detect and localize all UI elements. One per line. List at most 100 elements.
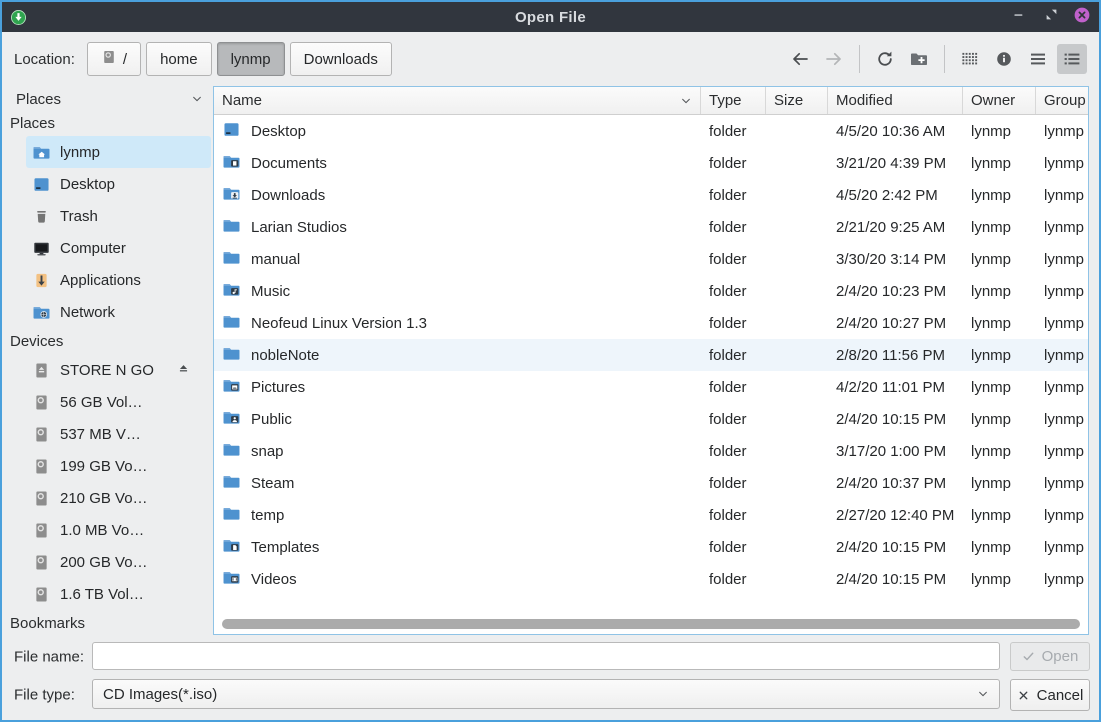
file-name-input[interactable]	[92, 642, 1000, 670]
breadcrumb-lynmp[interactable]: lynmp	[217, 42, 285, 76]
network-icon	[32, 303, 51, 322]
Desktop[interactable]: Desktop folder 4/5/20 10:36 AM lynmp lyn…	[214, 115, 1088, 147]
icon-view-icon	[960, 49, 980, 69]
desktop-icon	[32, 175, 51, 194]
file-owner-cell: lynmp	[963, 347, 1036, 364]
trash-icon	[32, 207, 51, 226]
compact-view-button[interactable]	[989, 44, 1019, 74]
check-icon	[1022, 650, 1035, 663]
snap[interactable]: snap folder 3/17/20 1:00 PM lynmp lynmp	[214, 435, 1088, 467]
file-modified-cell: 2/27/20 12:40 PM	[828, 507, 963, 524]
file-owner-cell: lynmp	[963, 443, 1036, 460]
desktop-icon	[222, 120, 241, 143]
sidebar-entry-label: 56 GB Vol…	[60, 394, 143, 411]
file-owner-cell: lynmp	[963, 155, 1036, 172]
file-name-cell: Videos	[251, 571, 297, 588]
sidebar-item-desktop[interactable]: Desktop	[26, 168, 211, 200]
nobleNote[interactable]: nobleNote folder 2/8/20 11:56 PM lynmp l…	[214, 339, 1088, 371]
scrollbar-thumb[interactable]	[222, 619, 1080, 629]
icon-view-button[interactable]	[955, 44, 985, 74]
detailed-list-view-button[interactable]	[1057, 44, 1087, 74]
sidebar-item-volume-1mb[interactable]: 1.0 MB Vo…	[26, 514, 211, 546]
sidebar-item-store-n-go[interactable]: STORE N GO	[26, 354, 211, 386]
eject-button[interactable]	[177, 362, 190, 379]
close-button[interactable]	[1073, 8, 1091, 26]
breadcrumb-downloads[interactable]: Downloads	[290, 42, 392, 76]
sidebar-item-volume-210gb[interactable]: 210 GB Vo…	[26, 482, 211, 514]
column-header-group[interactable]: Group	[1036, 87, 1088, 114]
folder-icon	[222, 344, 241, 367]
sidebar-item-volume-199gb[interactable]: 199 GB Vo…	[26, 450, 211, 482]
file-type-cell: folder	[701, 475, 766, 492]
Videos[interactable]: Videos folder 2/4/20 10:15 PM lynmp lynm…	[214, 563, 1088, 595]
sidebar-item-volume-200gb[interactable]: 200 GB Vo…	[26, 546, 211, 578]
folder-documents-icon	[222, 152, 241, 175]
column-header-name[interactable]: Name	[214, 87, 701, 114]
computer-icon	[32, 239, 51, 258]
breadcrumb-filesystem-root[interactable]: /	[87, 42, 141, 76]
file-modified-cell: 2/4/20 10:15 PM	[828, 411, 963, 428]
file-modified-cell: 4/5/20 2:42 PM	[828, 187, 963, 204]
folder-icon	[222, 248, 241, 271]
file-name-cell: Desktop	[251, 123, 306, 140]
list-view-icon	[1028, 49, 1048, 69]
Pictures[interactable]: Pictures folder 4/2/20 11:01 PM lynmp ly…	[214, 371, 1088, 403]
file-group-cell: lynmp	[1036, 315, 1088, 332]
sidebar-item-volume-537mb[interactable]: 537 MB V…	[26, 418, 211, 450]
volume-icon	[32, 489, 51, 508]
file-type-label: File type:	[14, 687, 75, 704]
sidebar-entry-label: 199 GB Vo…	[60, 458, 148, 475]
app-icon[interactable]	[10, 9, 27, 26]
cancel-button[interactable]: Cancel	[1010, 679, 1090, 711]
sidebar-item-network[interactable]: Network	[26, 296, 211, 328]
sidebar-item-volume-16tb[interactable]: 1.6 TB Vol…	[26, 578, 211, 610]
column-header-type[interactable]: Type	[701, 87, 766, 114]
info-icon	[994, 49, 1014, 69]
sidebar-item-volume-56gb[interactable]: 56 GB Vol…	[26, 386, 211, 418]
new-folder-button[interactable]	[904, 44, 934, 74]
file-modified-cell: 4/5/20 10:36 AM	[828, 123, 963, 140]
sidebar-item-trash[interactable]: Trash	[26, 200, 211, 232]
sidebar-section-places: Places	[2, 110, 213, 136]
column-header-owner[interactable]: Owner	[963, 87, 1036, 114]
file-owner-cell: lynmp	[963, 123, 1036, 140]
sidebar-section-devices: Devices	[2, 328, 213, 354]
back-button[interactable]	[785, 44, 815, 74]
sidebar-item-computer[interactable]: Computer	[26, 232, 211, 264]
manual[interactable]: manual folder 3/30/20 3:14 PM lynmp lynm…	[214, 243, 1088, 275]
minimize-button[interactable]	[1011, 8, 1029, 26]
list-view-button[interactable]	[1023, 44, 1053, 74]
file-name-cell: Documents	[251, 155, 327, 172]
file-type-cell: folder	[701, 251, 766, 268]
Documents[interactable]: Documents folder 3/21/20 4:39 PM lynmp l…	[214, 147, 1088, 179]
places-combo[interactable]: Places	[2, 88, 213, 110]
Downloads[interactable]: Downloads folder 4/5/20 2:42 PM lynmp ly…	[214, 179, 1088, 211]
Templates[interactable]: Templates folder 2/4/20 10:15 PM lynmp l…	[214, 531, 1088, 563]
sidebar-section-bookmarks: Bookmarks	[2, 610, 213, 635]
file-modified-cell: 2/4/20 10:37 PM	[828, 475, 963, 492]
horizontal-scrollbar[interactable]	[222, 619, 1080, 629]
Public[interactable]: Public folder 2/4/20 10:15 PM lynmp lynm…	[214, 403, 1088, 435]
temp[interactable]: temp folder 2/27/20 12:40 PM lynmp lynmp	[214, 499, 1088, 531]
breadcrumb-home[interactable]: home	[146, 42, 212, 76]
Music[interactable]: Music folder 2/4/20 10:23 PM lynmp lynmp	[214, 275, 1088, 307]
volume-icon	[32, 457, 51, 476]
reload-button[interactable]	[870, 44, 900, 74]
file-name-cell: Templates	[251, 539, 319, 556]
sidebar-entry-label: Devices	[10, 333, 63, 350]
Neofeud Linux Version 1.3[interactable]: Neofeud Linux Version 1.3 folder 2/4/20 …	[214, 307, 1088, 339]
Steam[interactable]: Steam folder 2/4/20 10:37 PM lynmp lynmp	[214, 467, 1088, 499]
column-header-modified[interactable]: Modified	[828, 87, 963, 114]
open-button[interactable]: Open	[1010, 642, 1090, 671]
sidebar-item-lynmp[interactable]: lynmp	[26, 136, 211, 168]
restore-button[interactable]	[1042, 8, 1060, 26]
column-header-size[interactable]: Size	[766, 87, 828, 114]
file-group-cell: lynmp	[1036, 347, 1088, 364]
toolbar: Location: / home lynmp Downloads	[2, 32, 1099, 86]
sidebar-item-applications[interactable]: Applications	[26, 264, 211, 296]
sort-chevron-icon	[680, 95, 692, 107]
file-type-select[interactable]: CD Images(*.iso)	[92, 679, 1000, 709]
forward-button[interactable]	[819, 44, 849, 74]
Larian Studios[interactable]: Larian Studios folder 2/21/20 9:25 AM ly…	[214, 211, 1088, 243]
usb-drive-icon	[32, 361, 51, 380]
